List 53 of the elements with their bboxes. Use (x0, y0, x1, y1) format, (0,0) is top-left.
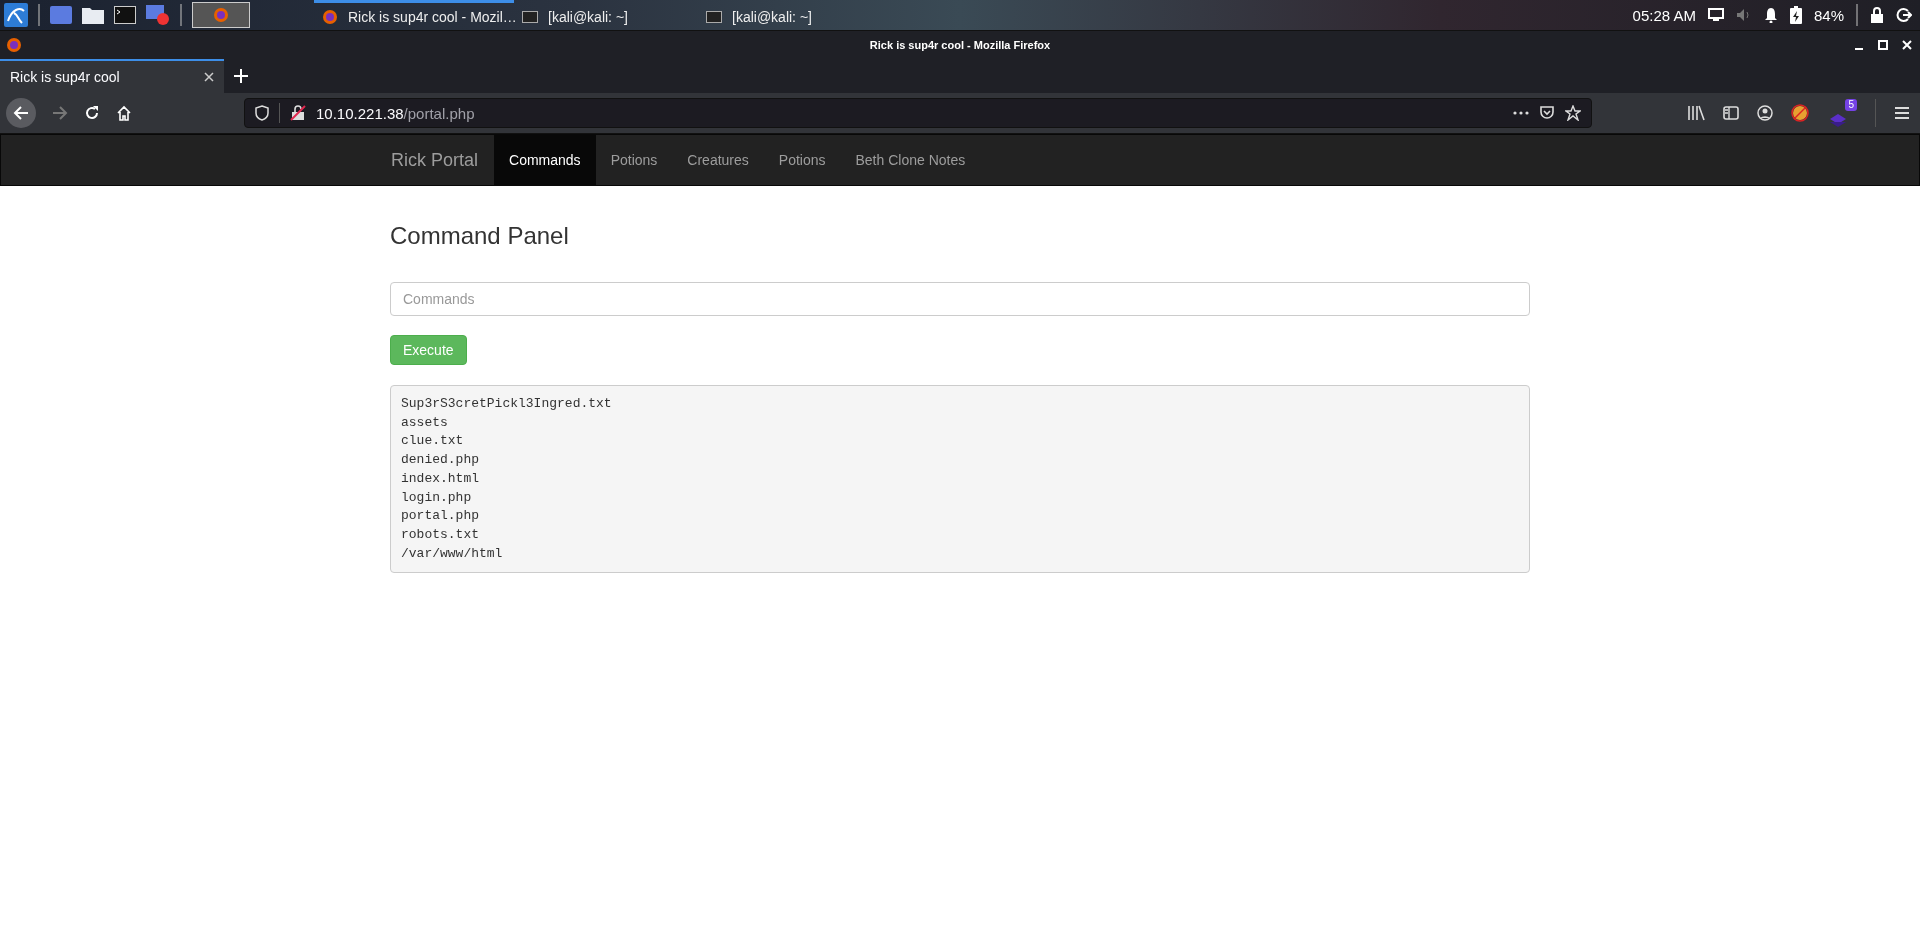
command-output-text: Sup3rS3cretPickl3Ingred.txt assets clue.txt denied.php index.html login.php portal.php robots.txt /var/www/html (401, 395, 613, 563)
reload-icon[interactable] (84, 105, 100, 121)
taskbar-window-button[interactable]: [kali@kali: ~] (514, 0, 698, 30)
nav-link[interactable]: Potions (595, 135, 673, 185)
account-icon[interactable] (1757, 105, 1773, 121)
extension-button[interactable]: 5 (1827, 99, 1857, 127)
nav-link[interactable]: Beth Clone Notes (840, 135, 981, 185)
window-title: Rick is sup4r cool - Mozilla Firefox (869, 39, 1051, 51)
close-icon[interactable] (204, 72, 214, 82)
battery-percentage-text: 84% (1813, 6, 1844, 24)
insecure-lock-icon[interactable] (290, 105, 306, 121)
clock-text: 05:28 AM (1632, 6, 1696, 24)
browser-tab[interactable]: Rick is sup4r cool (0, 59, 224, 93)
site-brand-link[interactable]: Rick Portal (391, 135, 495, 185)
bell-icon[interactable] (1763, 7, 1778, 23)
terminal-icon (522, 10, 538, 23)
plus-icon[interactable] (234, 69, 248, 83)
fox-globe-icon (6, 37, 22, 53)
fox-globe-icon (322, 8, 338, 25)
shield-icon[interactable] (255, 105, 269, 121)
command-input-field[interactable]: Commands (390, 282, 1530, 316)
screen-recorder-icon[interactable] (146, 5, 170, 25)
layers-icon (1829, 113, 1847, 127)
taskbar-window-button[interactable]: [kali@kali: ~] (698, 0, 882, 30)
fox-globe-icon (213, 7, 229, 23)
sidebar-icon[interactable] (1723, 106, 1739, 120)
nav-link[interactable]: Commands (494, 135, 596, 185)
address-bar[interactable]: 10.10.221.38/portal.php (244, 98, 1592, 128)
left-arrow-icon (13, 105, 29, 121)
folder-icon[interactable] (82, 6, 104, 24)
browser-launcher-button[interactable] (192, 2, 250, 28)
star-icon[interactable] (1565, 105, 1581, 121)
monitor-icon[interactable] (1707, 8, 1724, 22)
nav-link[interactable]: Creatures (672, 135, 764, 185)
url-text: 10.10.221.38/portal.php (316, 104, 475, 122)
more-dots-icon[interactable] (1513, 111, 1529, 115)
logout-icon[interactable] (1896, 7, 1912, 23)
blocked-extension-icon[interactable] (1791, 104, 1809, 122)
nav-link[interactable]: Potions (763, 135, 841, 185)
back-button[interactable] (6, 98, 36, 128)
count-badge: 5 (1845, 99, 1857, 111)
home-icon[interactable] (116, 105, 132, 121)
library-icon[interactable] (1687, 105, 1705, 121)
terminal-icon[interactable] (114, 6, 136, 24)
menu-icon[interactable] (1894, 106, 1910, 120)
right-arrow-icon[interactable] (52, 105, 68, 121)
page-heading: Command Panel (390, 222, 570, 250)
speaker-icon[interactable] (1735, 8, 1752, 22)
battery-charging-icon[interactable] (1789, 6, 1802, 24)
pocket-icon[interactable] (1539, 105, 1555, 121)
terminal-icon (706, 10, 722, 23)
lock-icon[interactable] (1870, 7, 1884, 23)
maximize-icon[interactable] (1878, 40, 1888, 50)
